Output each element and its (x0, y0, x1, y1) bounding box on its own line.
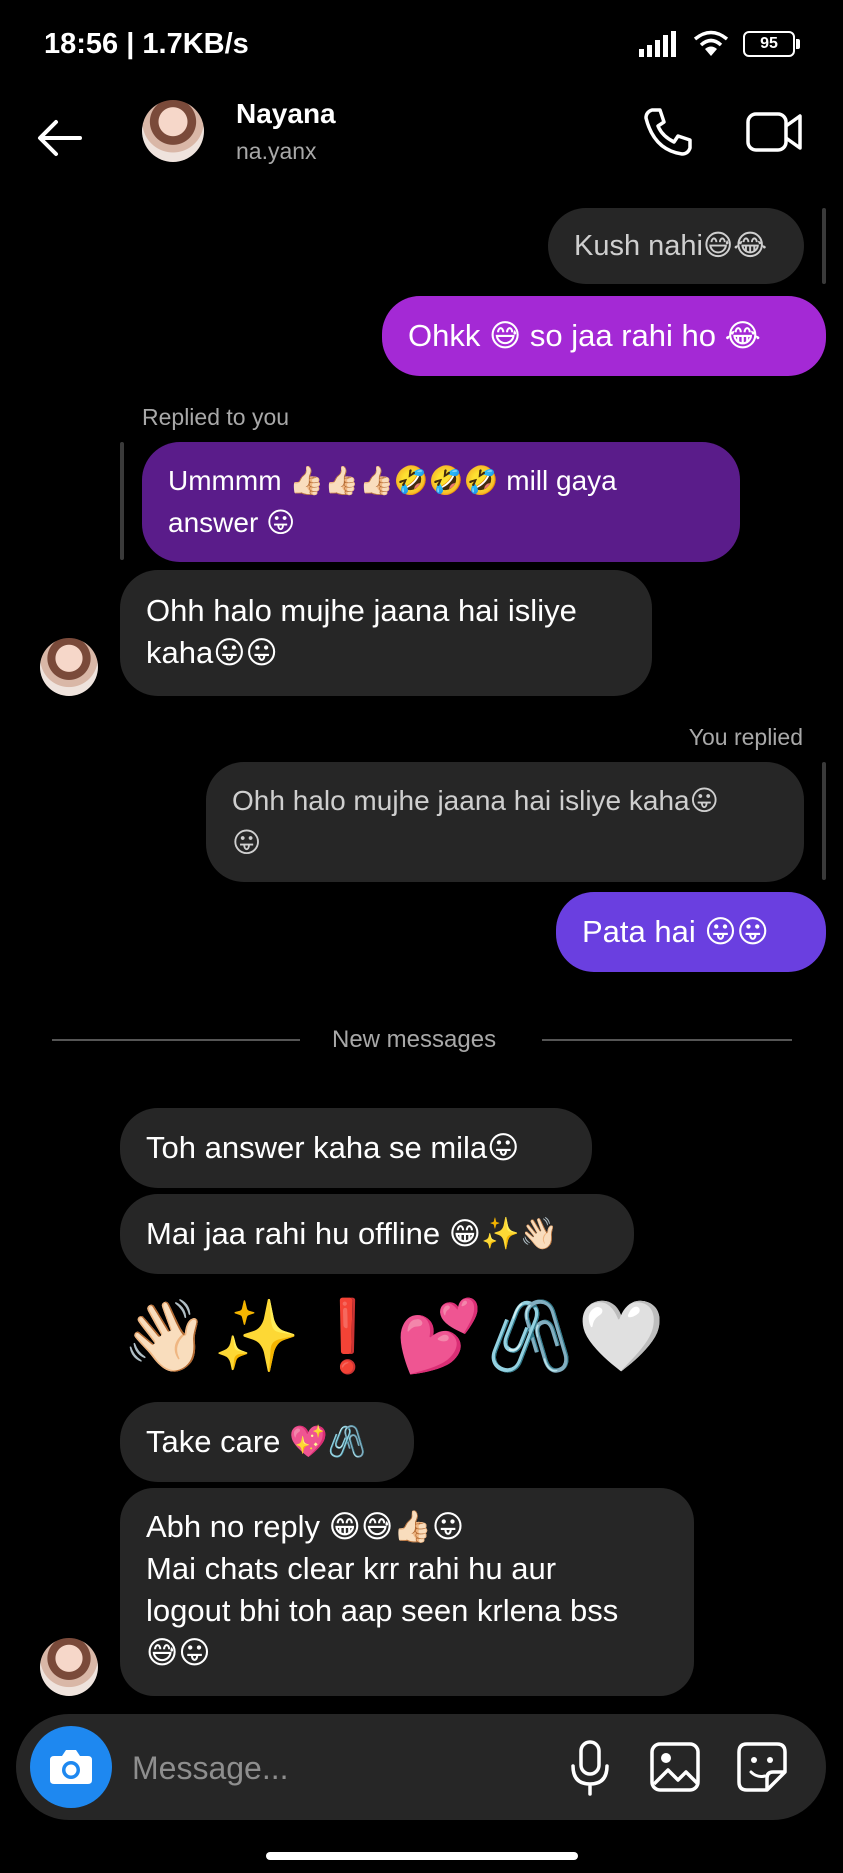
message-bubble[interactable]: Abh no reply 😁😅👍🏻😛 Mai chats clear krr r… (120, 1488, 694, 1696)
quoted-line: answer 😛 (168, 507, 296, 538)
back-arrow-icon[interactable] (32, 110, 88, 166)
message-line: Mai chats clear krr rahi hu aur (146, 1551, 557, 1586)
new-messages-label: New messages (332, 1026, 497, 1053)
home-indicator[interactable] (266, 1852, 578, 1860)
gallery-icon[interactable] (648, 1740, 702, 1794)
camera-icon (50, 1750, 92, 1784)
quoted-message[interactable]: Ohh halo mujhe jaana hai isliye kaha😛 😛 (206, 762, 804, 882)
message-bubble[interactable]: Ohkk 😅 so jaa rahi ho 😂 (382, 296, 826, 376)
message-bubble[interactable]: Kush nahi😅😂 (548, 208, 804, 284)
quoted-line: 😛 (232, 827, 262, 858)
quoted-message[interactable]: Ummmm 👍🏻👍🏻👍🏻🤣🤣🤣 mill gaya answer 😛 (142, 442, 740, 562)
message-line: kaha😛😛 (146, 635, 278, 670)
sender-avatar[interactable] (40, 1638, 98, 1696)
contact-avatar[interactable] (142, 100, 204, 162)
contact-handle[interactable]: na.yanx (236, 138, 317, 165)
camera-button[interactable] (30, 1726, 112, 1808)
message-line: Abh no reply 😁😅👍🏻😛 (146, 1509, 465, 1544)
video-camera-icon[interactable] (744, 104, 806, 160)
message-line: Ohh halo mujhe jaana hai isliye (146, 593, 577, 628)
status-time: 18:56 | 1.7KB/s (44, 28, 249, 60)
reply-bar (120, 442, 124, 560)
battery-icon: 95 (743, 31, 800, 57)
phone-icon[interactable] (640, 104, 696, 160)
contact-name[interactable]: Nayana (236, 98, 336, 130)
message-bubble[interactable]: Pata hai 😛😛 (556, 892, 826, 972)
message-bubble[interactable]: Take care 💖🖇️ (120, 1402, 414, 1482)
microphone-icon[interactable] (565, 1738, 615, 1798)
signal-icon (639, 31, 676, 57)
message-line: 😅😛 (146, 1635, 211, 1670)
quoted-line: Ummmm 👍🏻👍🏻👍🏻🤣🤣🤣 mill gaya (168, 465, 617, 496)
replied-to-you-label: Replied to you (142, 404, 290, 430)
message-bubble[interactable]: Toh answer kaha se mila😛 (120, 1108, 592, 1188)
sticker-icon[interactable] (735, 1740, 789, 1794)
wifi-icon (693, 30, 729, 56)
message-input[interactable] (130, 1740, 554, 1796)
divider-line (542, 1039, 792, 1041)
message-bubble[interactable]: Ohh halo mujhe jaana hai isliye kaha😛😛 (120, 570, 652, 696)
reply-bar (822, 762, 826, 880)
message-line: logout bhi toh aap seen krlena bss (146, 1593, 619, 1628)
message-bubble[interactable]: Mai jaa rahi hu offline 😁✨👋🏻 (120, 1194, 634, 1274)
quoted-line: Ohh halo mujhe jaana hai isliye kaha😛 (232, 785, 719, 816)
scroll-indicator (822, 208, 826, 284)
you-replied-label: You replied (688, 724, 803, 750)
emoji-message[interactable]: 👋🏻✨❗💕🖇️🤍 (122, 1296, 669, 1378)
divider-line (52, 1039, 300, 1041)
sender-avatar[interactable] (40, 638, 98, 696)
status-icons: 95 (639, 30, 800, 58)
